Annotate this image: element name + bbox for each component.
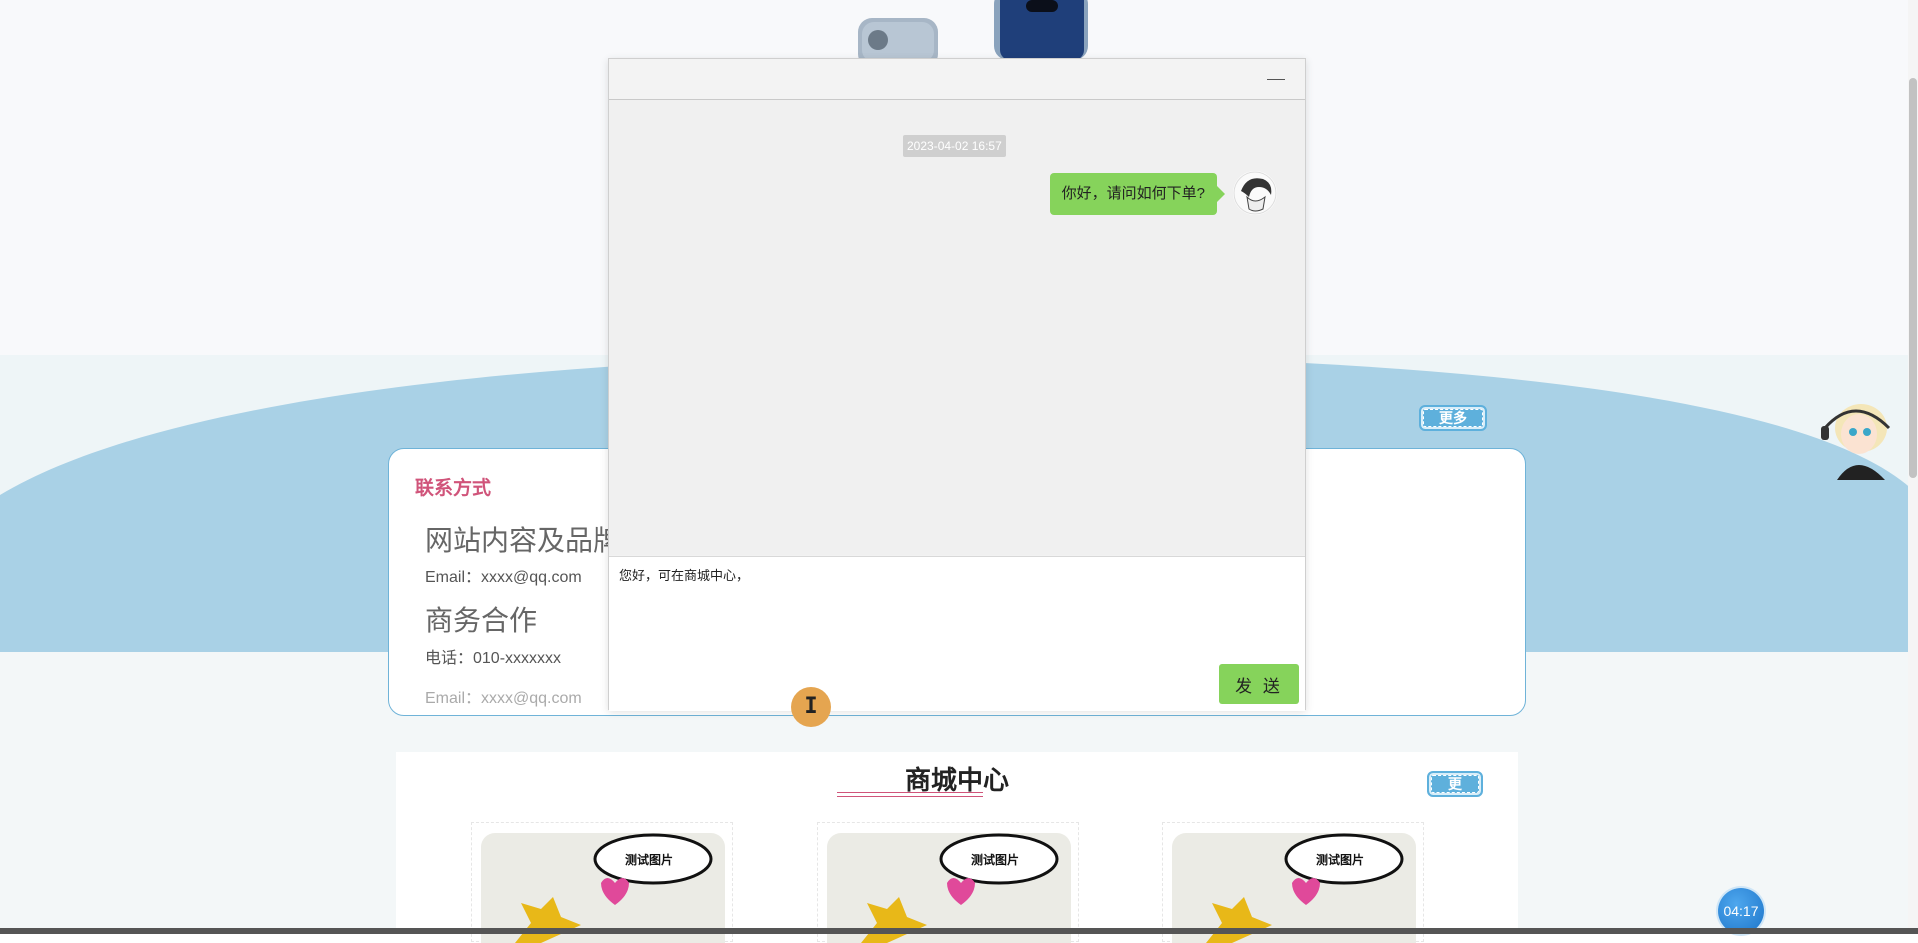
phones-image (858, 0, 1088, 60)
minimize-button[interactable] (1265, 71, 1287, 87)
chat-header (609, 59, 1305, 100)
mall-title-underline (837, 792, 983, 797)
text-cursor-icon: I (791, 687, 831, 727)
contact-email-2: Email：xxxx@qq.com (425, 690, 582, 707)
chat-message-input[interactable]: 您好，可在商城中心， (619, 565, 1289, 645)
chat-dialog: 2023-04-02 16:57 你好，请问如何下单? 您好，可在商城中心， I… (608, 58, 1306, 727)
more-button-mall[interactable]: 更多 (1427, 771, 1483, 814)
page-scrollbar[interactable] (1908, 0, 1918, 934)
mall-section: 商城中心 测试图片 测试图片 测试图片 (396, 752, 1518, 943)
chat-messages: 2023-04-02 16:57 你好，请问如何下单? (609, 100, 1305, 555)
contact-title: 联系方式 (415, 478, 492, 499)
user-avatar-icon (1233, 171, 1277, 215)
product-card[interactable]: 测试图片 (471, 822, 733, 943)
more-button-contact[interactable]: 更多 (1419, 405, 1487, 431)
product-image: 测试图片 (827, 833, 1071, 943)
message-timestamp: 2023-04-02 16:57 (903, 135, 1006, 157)
message-bubble: 你好，请问如何下单? (1049, 173, 1226, 215)
product-card[interactable]: 测试图片 (817, 822, 1079, 943)
customer-service-avatar-icon[interactable] (1815, 398, 1895, 480)
bottom-edge (0, 928, 1918, 934)
chat-input-area: 您好，可在商城中心， I 发 送 (609, 556, 1305, 727)
scrollbar-thumb[interactable] (1909, 78, 1917, 478)
send-button[interactable]: 发 送 (1219, 664, 1299, 704)
product-image-text: 测试图片 (625, 852, 673, 867)
product-card[interactable]: 测试图片 (1162, 822, 1424, 943)
contact-heading-business: 商务合作 (425, 605, 538, 636)
contact-phone: 电话：010-xxxxxxx (425, 650, 562, 667)
product-image: 测试图片 (1172, 833, 1416, 943)
product-image: 测试图片 (481, 833, 725, 943)
contact-heading-content: 网站内容及品牌 (425, 525, 622, 556)
product-image-text: 测试图片 (1316, 852, 1364, 867)
product-image-text: 测试图片 (971, 852, 1019, 867)
contact-email-1: Email：xxxx@qq.com (425, 569, 582, 586)
